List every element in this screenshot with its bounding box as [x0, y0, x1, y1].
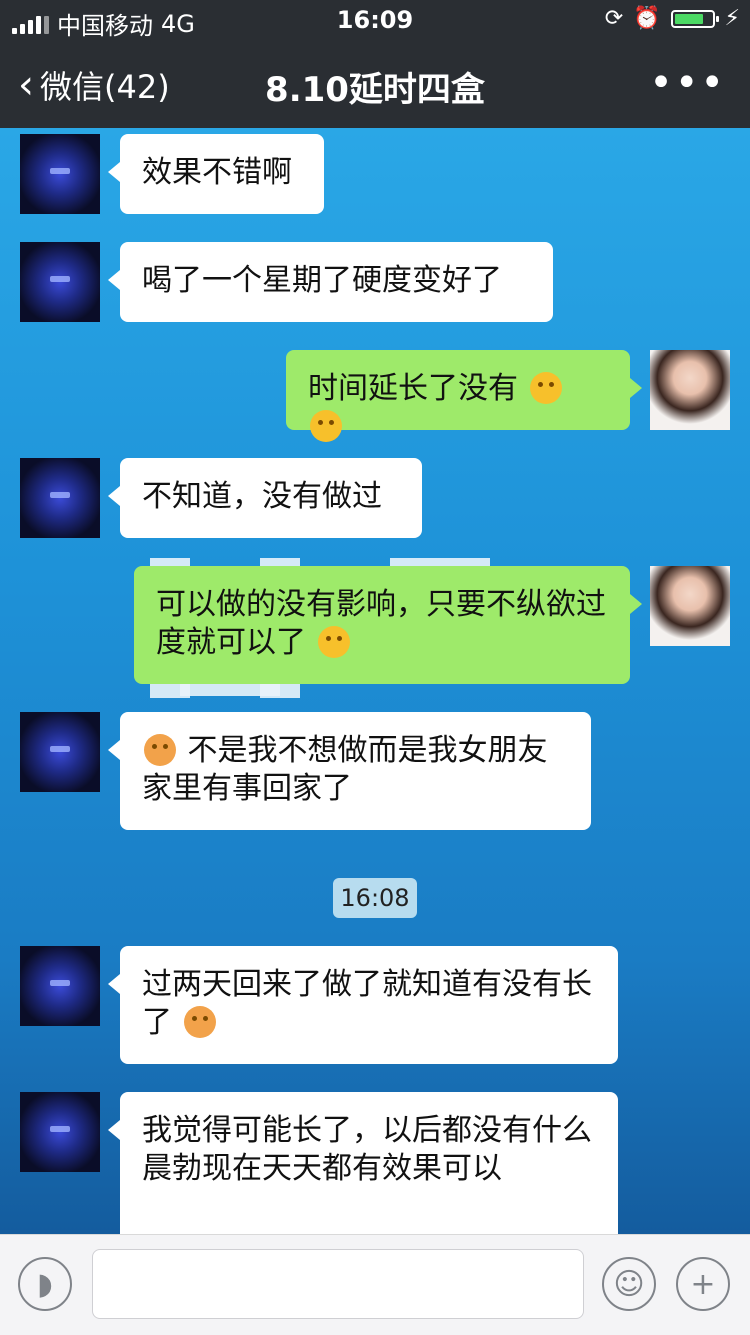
lock-rotation-icon: ⟳ — [604, 6, 624, 31]
message-bubble[interactable]: 时间延长了没有 — [286, 350, 642, 442]
blush-emoji-icon — [144, 734, 176, 766]
charging-icon: ⚡ — [724, 6, 740, 31]
emoji-icon: ☺ — [613, 1266, 645, 1302]
contact-avatar[interactable] — [20, 712, 100, 792]
message-bubble[interactable]: 不知道，没有做过 — [108, 458, 422, 538]
user-avatar[interactable] — [650, 350, 730, 430]
plus-icon: + — [690, 1266, 716, 1302]
message-text: 可以做的没有影响，只要不纵欲过度就可以了 — [156, 587, 606, 660]
message-text: 效果不错啊 — [142, 155, 292, 190]
contact-avatar[interactable] — [20, 134, 100, 214]
contact-avatar[interactable] — [20, 1092, 100, 1172]
contact-avatar[interactable] — [20, 946, 100, 1026]
message-input[interactable] — [92, 1249, 584, 1319]
chat-title: 8.10延时四盒 — [265, 70, 485, 110]
heart-eyes-emoji-icon — [183, 1006, 216, 1038]
user-avatar[interactable] — [650, 566, 730, 646]
message-bubble[interactable]: 过两天回来了做了就知道有没有长了 — [108, 946, 618, 1064]
input-bar: ◗ ☺ + — [0, 1234, 750, 1335]
voice-button[interactable]: ◗ — [18, 1257, 72, 1311]
smile-emoji-icon — [317, 626, 350, 658]
contact-avatar[interactable] — [20, 242, 100, 322]
nav-bar: ‹ 微信(42) 8.10延时四盒 ••• — [0, 40, 750, 128]
message-bubble[interactable]: 效果不错啊 — [108, 134, 324, 214]
message-text: 喝了一个星期了硬度变好了 — [142, 263, 502, 298]
message-text: 我觉得可能长了，以后都没有什么晨勃现在天天都有效果可以 — [142, 1113, 592, 1186]
grin-emoji-icon — [529, 372, 562, 404]
more-button[interactable]: ••• — [649, 60, 726, 106]
status-bar: 中国移动 4G 16:09 ⟳ ⏰ ⚡ — [0, 0, 750, 40]
chat-area[interactable]: 效果不错啊 喝了一个星期了硬度变好了 时间延长了没有 不知道，没有做过 可以做的… — [0, 128, 750, 1234]
voice-icon: ◗ — [37, 1266, 53, 1302]
contact-avatar[interactable] — [20, 458, 100, 538]
message-bubble[interactable]: 我觉得可能长了，以后都没有什么晨勃现在天天都有效果可以 — [108, 1092, 618, 1234]
plus-button[interactable]: + — [676, 1257, 730, 1311]
message-bubble[interactable]: 喝了一个星期了硬度变好了 — [108, 242, 553, 322]
emoji-button[interactable]: ☺ — [602, 1257, 656, 1311]
message-text: 时间延长了没有 — [308, 371, 518, 406]
status-right: ⟳ ⏰ ⚡ — [605, 6, 740, 31]
timestamp-label: 16:08 — [333, 878, 417, 918]
message-bubble[interactable]: 可以做的没有影响，只要不纵欲过度就可以了 — [134, 566, 642, 684]
grin-emoji-icon — [310, 410, 342, 442]
battery-icon — [670, 9, 719, 28]
alarm-icon: ⏰ — [633, 6, 661, 31]
message-text: 不是我不想做而是我女朋友家里有事回家了 — [142, 733, 548, 806]
message-text: 不知道，没有做过 — [142, 479, 382, 514]
message-bubble[interactable]: 不是我不想做而是我女朋友家里有事回家了 — [108, 712, 591, 830]
